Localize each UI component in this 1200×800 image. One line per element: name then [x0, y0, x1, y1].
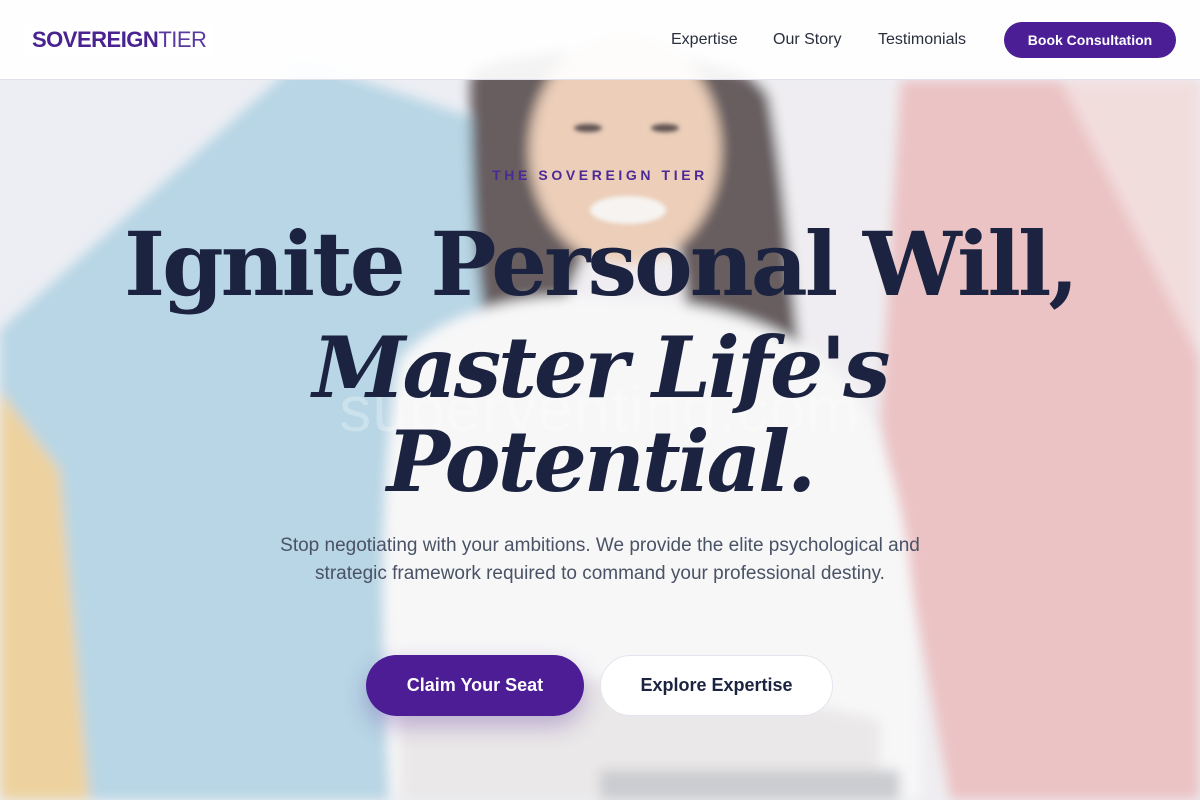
explore-expertise-button[interactable]: Explore Expertise: [600, 655, 833, 716]
nav-link-expertise[interactable]: Expertise: [671, 30, 738, 50]
nav-link-testimonials[interactable]: Testimonials: [878, 30, 966, 50]
hero-headline-line-1: Ignite Personal Will,: [123, 212, 1079, 316]
hero-subtitle: Stop negotiating with your ambitions. We…: [280, 535, 920, 584]
nav-link-our-story[interactable]: Our Story: [773, 30, 841, 50]
book-consultation-button[interactable]: Book Consultation: [1004, 22, 1176, 58]
hero-headline-line-3: Potential.: [386, 412, 817, 511]
claim-your-seat-button[interactable]: Claim Your Seat: [366, 655, 584, 716]
logo-light-text: TIER: [158, 27, 207, 52]
site-header: SOVEREIGN TIER Expertise Our Story Testim…: [0, 0, 1200, 80]
hero-eyebrow: THE SOVEREIGN TIER: [492, 167, 708, 183]
brand-logo[interactable]: SOVEREIGN TIER: [24, 24, 215, 56]
logo-bold-text: SOVEREIGN: [32, 27, 159, 52]
hero-headline-line-2: Master Life's: [312, 318, 890, 417]
